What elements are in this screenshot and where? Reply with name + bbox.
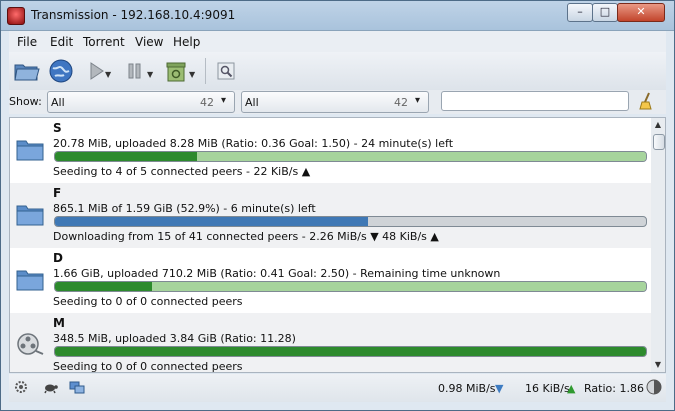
title-bar[interactable]: Transmission - 192.168.10.4:9091 – □ ✕ <box>1 1 674 31</box>
torrent-name: F <box>53 186 62 200</box>
pause-dropdown-icon[interactable]: ▼ <box>147 70 153 79</box>
transmission-app-icon[interactable] <box>7 7 25 25</box>
open-folder-icon <box>14 64 40 81</box>
show-label: Show: <box>9 95 42 108</box>
torrent-status-text: Downloading from 15 of 41 connected peer… <box>53 230 439 243</box>
torrent-progress-bar <box>54 216 647 227</box>
turtle-icon[interactable] <box>43 379 59 395</box>
torrent-progress-bar <box>54 346 647 357</box>
filter-bar: Show: All 42 ▾ All 42 ▾ <box>9 90 666 114</box>
torrent-name: S <box>53 121 62 135</box>
pause-torrent-button[interactable] <box>121 57 149 85</box>
maximize-button[interactable]: □ <box>592 3 618 22</box>
remove-dropdown-icon[interactable]: ▼ <box>189 70 195 79</box>
menu-bar: File Edit Torrent View Help <box>9 31 666 52</box>
torrent-status-text: Seeding to 4 of 5 connected peers - 22 K… <box>53 165 311 178</box>
torrent-status-text: Seeding to 0 of 0 connected peers <box>53 360 243 373</box>
activity-filter-select[interactable]: All 42 ▾ <box>47 91 235 113</box>
minimize-button[interactable]: – <box>567 3 593 22</box>
open-torrent-button[interactable] <box>13 57 41 85</box>
torrent-row[interactable]: M 348.5 MiB, uploaded 3.84 GiB (Ratio: 1… <box>10 313 651 373</box>
inspector-button[interactable] <box>212 57 240 85</box>
torrent-status-text: Seeding to 0 of 0 connected peers <box>53 295 243 308</box>
ratio-text: Ratio: 1.86 <box>584 382 644 395</box>
list-scrollbar[interactable]: ▲ ▼ <box>651 117 666 373</box>
torrent-progress-text: 20.78 MiB, uploaded 8.28 MiB (Ratio: 0.3… <box>53 137 454 150</box>
scroll-down-icon[interactable]: ▼ <box>651 358 665 372</box>
inspector-icon <box>217 62 235 80</box>
torrent-row[interactable]: F 865.1 MiB of 1.59 GiB (52.9%) - 6 minu… <box>10 183 651 248</box>
clear-search-broom-icon[interactable] <box>639 92 655 110</box>
toolbar-separator <box>205 58 206 84</box>
menu-help[interactable]: Help <box>173 35 200 49</box>
start-dropdown-icon[interactable]: ▼ <box>105 70 111 79</box>
toolbar: ▼ ▼ ▼ <box>9 52 666 91</box>
activity-filter-value: All <box>51 96 65 109</box>
down-arrow-icon: ▼ <box>495 382 504 395</box>
tracker-filter-count: 42 <box>394 96 408 109</box>
window-title: Transmission - 192.168.10.4:9091 <box>31 8 236 22</box>
scroll-up-icon[interactable]: ▲ <box>651 118 665 132</box>
torrent-progress-bar <box>54 281 647 292</box>
scroll-thumb[interactable] <box>653 134 665 150</box>
tracker-filter-select[interactable]: All 42 ▾ <box>241 91 429 113</box>
up-arrow-icon: ▲ <box>567 382 576 395</box>
trash-icon <box>166 62 186 82</box>
menu-torrent[interactable]: Torrent <box>83 35 125 49</box>
gear-icon[interactable] <box>13 379 29 395</box>
torrent-progress-text: 1.66 GiB, uploaded 710.2 MiB (Ratio: 0.4… <box>53 267 501 280</box>
film-reel-icon <box>17 333 44 355</box>
open-url-button[interactable] <box>47 57 75 85</box>
tracker-filter-value: All <box>245 96 259 109</box>
chevron-down-icon: ▾ <box>221 95 227 106</box>
upload-speed: 16 KiB/s <box>525 382 570 395</box>
compact-view-icon[interactable] <box>69 379 85 395</box>
torrent-row[interactable]: D 1.66 GiB, uploaded 710.2 MiB (Ratio: 0… <box>10 248 651 313</box>
download-speed: 0.98 MiB/s <box>438 382 496 395</box>
chevron-down-icon: ▾ <box>415 95 421 106</box>
search-input[interactable] <box>441 91 629 111</box>
folder-icon <box>16 270 44 291</box>
app-window: Transmission - 192.168.10.4:9091 – □ ✕ F… <box>0 0 675 411</box>
status-bar: 0.98 MiB/s ▼ 16 KiB/s ▲ Ratio: 1.86 <box>9 374 666 402</box>
torrent-name: M <box>53 316 65 330</box>
pause-icon <box>128 63 141 79</box>
folder-icon <box>16 140 44 161</box>
menu-file[interactable]: File <box>17 35 37 49</box>
torrent-list[interactable]: S 20.78 MiB, uploaded 8.28 MiB (Ratio: 0… <box>9 117 652 373</box>
torrent-progress-bar <box>54 151 647 162</box>
torrent-progress-text: 865.1 MiB of 1.59 GiB (52.9%) - 6 minute… <box>53 202 316 215</box>
globe-icon <box>49 59 73 83</box>
menu-edit[interactable]: Edit <box>50 35 73 49</box>
menu-view[interactable]: View <box>135 35 163 49</box>
activity-filter-count: 42 <box>200 96 214 109</box>
ratio-icon[interactable] <box>646 379 662 395</box>
remove-torrent-button[interactable] <box>162 57 190 85</box>
folder-icon <box>16 205 44 226</box>
torrent-progress-text: 348.5 MiB, uploaded 3.84 GiB (Ratio: 11.… <box>53 332 296 345</box>
torrent-row[interactable]: S 20.78 MiB, uploaded 8.28 MiB (Ratio: 0… <box>10 118 651 183</box>
torrent-name: D <box>53 251 63 265</box>
close-button[interactable]: ✕ <box>617 3 665 22</box>
